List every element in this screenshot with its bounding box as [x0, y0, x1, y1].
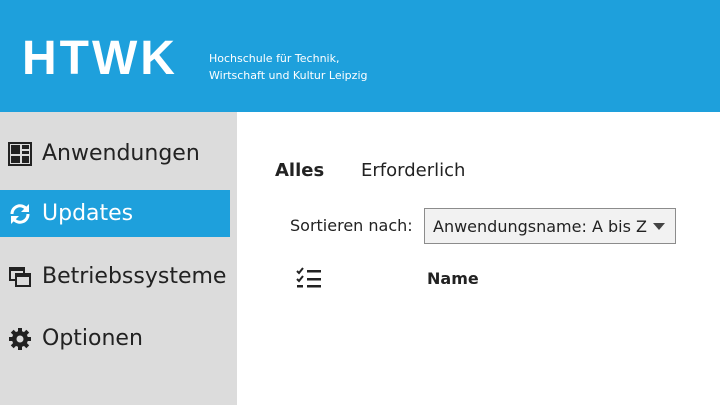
sidebar-item-betriebssysteme[interactable]: Betriebssysteme	[0, 253, 230, 300]
checklist-icon[interactable]	[296, 267, 322, 295]
institution-name-line1: Hochschule für Technik,	[209, 52, 340, 65]
header-bar: HTWK Hochschule für Technik, Wirtschaft …	[0, 0, 720, 112]
windows-stack-icon	[0, 265, 42, 289]
htwk-logo: HTWK	[22, 32, 178, 85]
tab-alles[interactable]: Alles	[275, 160, 324, 181]
sidebar-item-label: Anwendungen	[42, 141, 200, 166]
apps-grid-icon	[0, 141, 42, 166]
sidebar-item-label: Optionen	[42, 326, 143, 351]
institution-name-line2: Wirtschaft und Kultur Leipzig	[209, 69, 368, 82]
sidebar-item-updates[interactable]: Updates	[0, 190, 230, 237]
sort-label: Sortieren nach:	[290, 216, 413, 235]
gear-icon	[0, 327, 42, 351]
sort-dropdown[interactable]: Anwendungsname: A bis Z	[424, 208, 676, 244]
sidebar-item-label: Betriebssysteme	[42, 264, 227, 289]
sidebar: Anwendungen Updates Betriebssysteme Opti…	[0, 112, 237, 405]
sidebar-item-anwendungen[interactable]: Anwendungen	[0, 130, 230, 177]
refresh-icon	[0, 202, 42, 226]
sidebar-item-optionen[interactable]: Optionen	[0, 315, 230, 362]
institution-name: Hochschule für Technik, Wirtschaft und K…	[209, 50, 367, 84]
sort-selected-value: Anwendungsname: A bis Z	[433, 216, 647, 236]
column-header-name[interactable]: Name	[427, 269, 479, 288]
sidebar-item-label: Updates	[42, 201, 134, 226]
tab-erforderlich[interactable]: Erforderlich	[361, 160, 465, 181]
chevron-down-icon	[653, 223, 665, 230]
